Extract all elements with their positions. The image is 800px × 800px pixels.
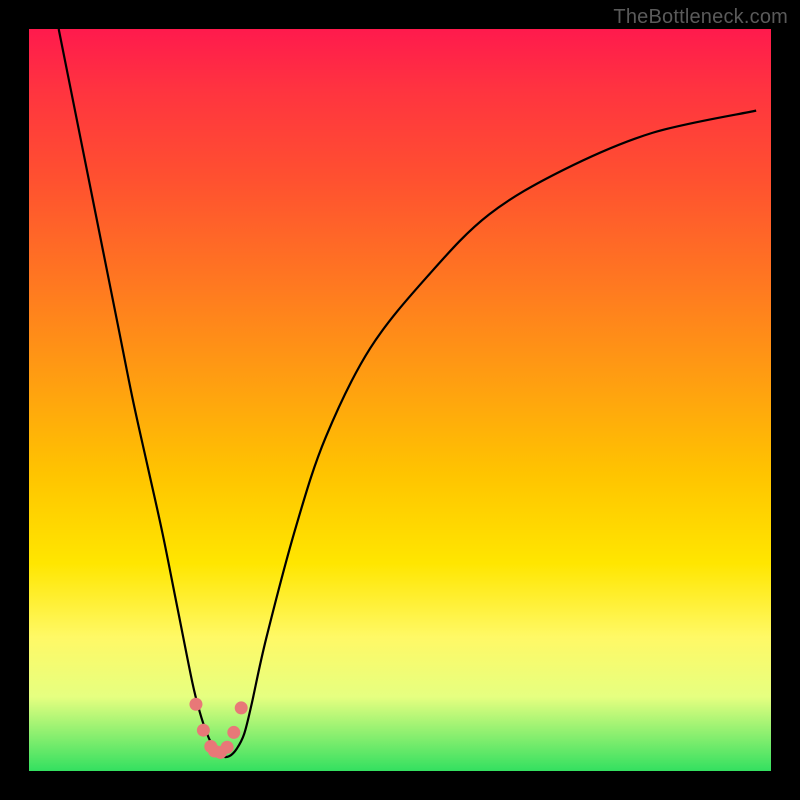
curve-svg xyxy=(29,29,771,771)
figure-container: TheBottleneck.com xyxy=(0,0,800,800)
trough-markers xyxy=(189,698,247,759)
attribution-text: TheBottleneck.com xyxy=(613,6,788,29)
trough-marker xyxy=(221,741,234,754)
plot-area xyxy=(29,29,771,771)
trough-marker xyxy=(227,726,240,739)
curve-path xyxy=(59,29,756,757)
trough-marker xyxy=(197,724,210,737)
bottleneck-curve xyxy=(59,29,756,757)
trough-marker xyxy=(189,698,202,711)
trough-marker xyxy=(235,701,248,714)
